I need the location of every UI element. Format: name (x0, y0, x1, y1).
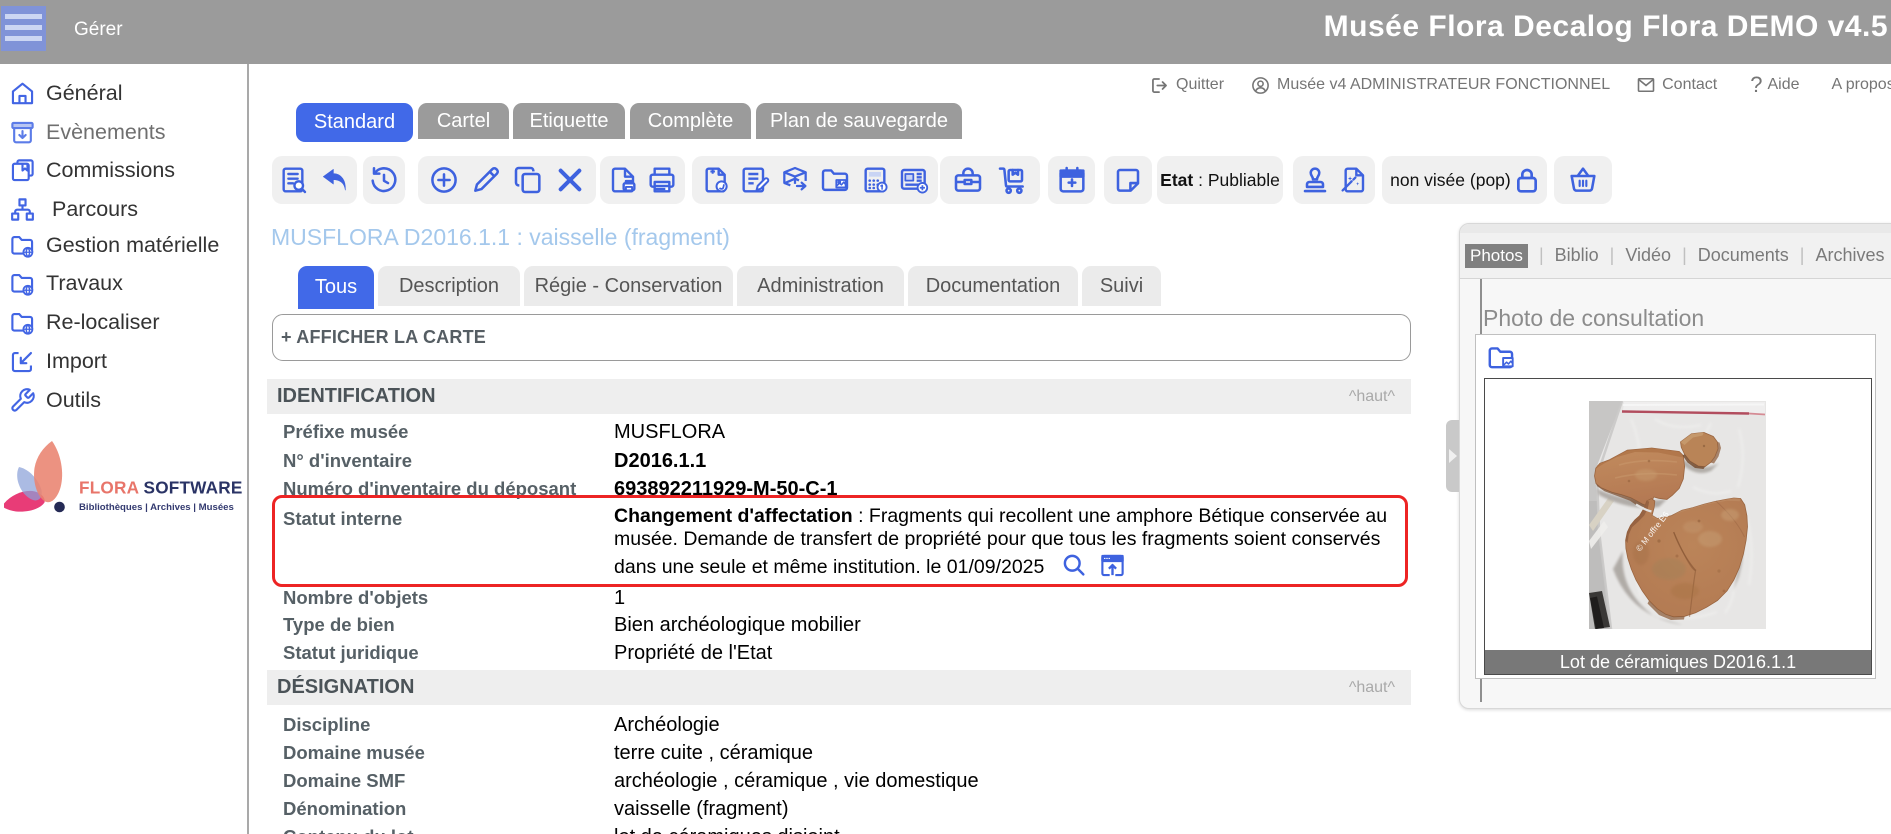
svg-text:FLORA SOFTWARE: FLORA SOFTWARE (79, 478, 243, 498)
svg-text:Bibliothèques | Archives | Mus: Bibliothèques | Archives | Musées (79, 502, 234, 513)
